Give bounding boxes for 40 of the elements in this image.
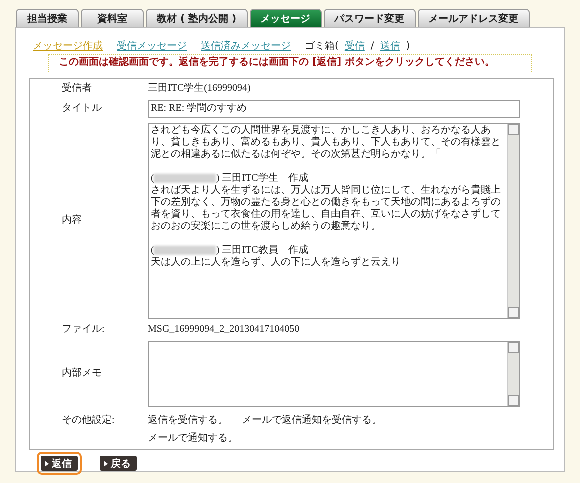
field-label: 受信者 <box>62 83 92 95</box>
nav-link[interactable]: 受信 <box>344 40 365 53</box>
title-field[interactable]: RE: RE: 学問のすすめ <box>148 100 520 118</box>
paren-text: ( <box>151 173 154 184</box>
notice-text: この画面は確認画面です。返信を完了するには画面下の [返信] ボタンをクリックしてください。 <box>48 54 532 72</box>
author-text: ) 三田ITC教員 作成 <box>216 245 308 256</box>
message-text: されば天より人を生ずるには、万人は万人皆同じ位にして、生れながら貴賤上下の差別なく、万物の霊たる身と心との働きをもって天地の間にあるよろずの者を資り、もって衣食住の用を達し、自由自在、互いに人の妨げをなさずしておのおの安楽にこの世を渡らしめ給うの趣意なり。 <box>151 185 502 233</box>
nav-link[interactable]: 送信済みメッセージ <box>201 40 291 53</box>
nav-link[interactable]: 受信メッセージ <box>117 40 187 53</box>
file-name: MSG_16999094_2_20130417104050 <box>148 324 300 336</box>
author-text: ) 三田ITC学生 作成 <box>216 173 308 184</box>
trash-label: ゴミ箱( <box>305 40 339 53</box>
separator-text: / <box>370 40 374 53</box>
recipient-value: 三田ITC学生(16999094) <box>148 83 251 95</box>
action-button[interactable]: 戻る <box>100 456 137 471</box>
tab[interactable]: 資料室 <box>81 9 144 27</box>
nav-link[interactable]: 送信 <box>380 40 400 53</box>
paren-text: ( <box>151 245 154 256</box>
redacted-date <box>154 174 216 184</box>
memo-field[interactable] <box>148 341 520 407</box>
tab[interactable]: メッセージ <box>250 9 322 27</box>
tab[interactable]: パスワード変更 <box>324 9 416 27</box>
scrollbar[interactable] <box>507 124 519 318</box>
field-label: その他設定: <box>62 415 115 427</box>
field-label: 内容 <box>62 215 82 227</box>
message-text: 天は人の上に人を造らず、人の下に人を造らずと云えり <box>151 257 402 269</box>
redacted-date <box>154 246 216 256</box>
field-label: ファイル: <box>62 324 105 336</box>
setting-text: メールで返信通知を受信する。 <box>242 415 382 427</box>
paren-text: ) <box>406 40 410 53</box>
message-text: されども今広くこの人間世界を見渡すに、かしこき人あり、おろかなる人あり、貧しきもあり、富めるもあり、貴人もあり、下人もありて、その有様雲と泥との相違あるに似たるは何ぞや。その次第甚だ明らかなり。「 <box>151 125 502 161</box>
field-label: タイトル <box>62 103 102 115</box>
action-button[interactable]: 返信 <box>41 456 78 471</box>
tab[interactable]: 教材 ( 塾内公開 ) <box>146 9 248 27</box>
tab[interactable]: 担当授業 <box>16 9 79 27</box>
setting-text: 返信を受信する。 <box>148 415 228 427</box>
setting-text: メールで通知する。 <box>148 433 238 445</box>
field-label: 内部メモ <box>62 368 102 380</box>
tab[interactable]: メールアドレス変更 <box>418 9 530 27</box>
scrollbar[interactable] <box>507 342 519 406</box>
